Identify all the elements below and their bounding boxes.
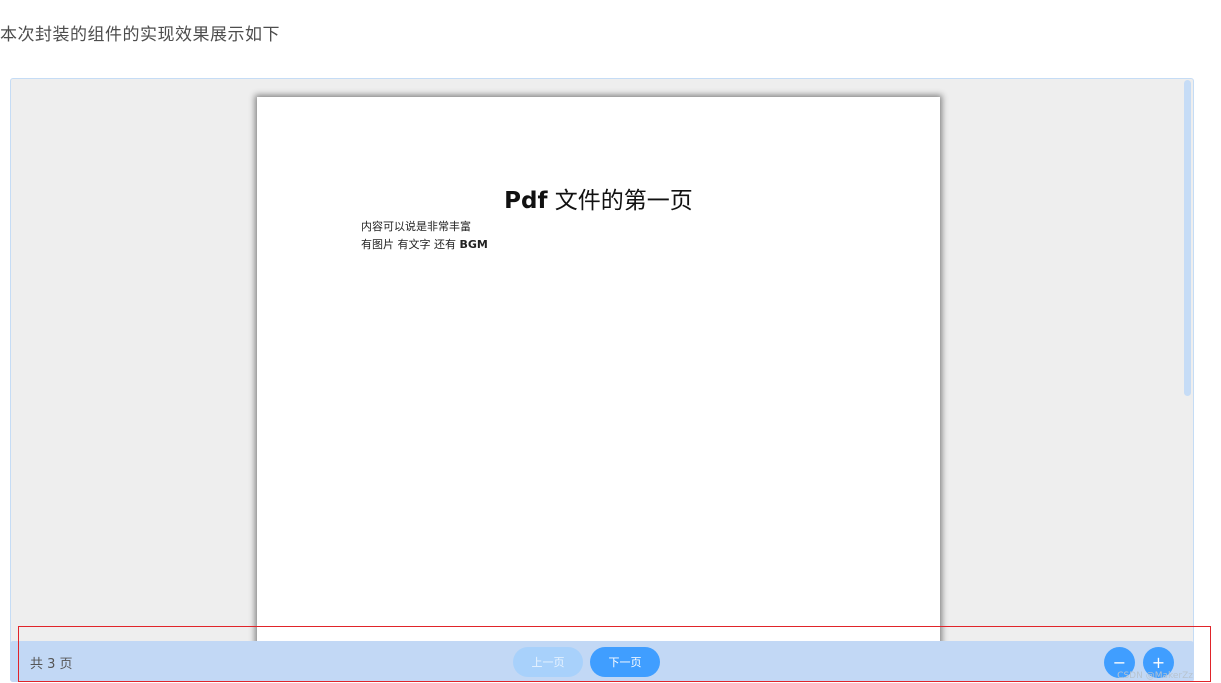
next-page-button[interactable]: 下一页	[590, 647, 660, 677]
pdf-text-line-2: 有图片 有文字 还有 BGM	[361, 236, 488, 252]
pdf-viewer[interactable]: Pdf 文件的第一页 内容可以说是非常丰富 有图片 有文字 还有 BGM	[10, 78, 1194, 682]
page-count: 共 3 页	[30, 657, 73, 672]
plus-icon: +	[1151, 653, 1166, 672]
pdf-toolbar: 共 3 页 上一页 下一页 − +	[10, 641, 1194, 682]
pdf-page-title: Pdf 文件的第一页	[257, 181, 940, 215]
pdf-title-cjk: 文件的第一页	[547, 188, 693, 214]
pdf-page: Pdf 文件的第一页 内容可以说是非常丰富 有图片 有文字 还有 BGM	[257, 97, 940, 681]
minus-icon: −	[1112, 653, 1127, 672]
pdf-title-latin: Pdf	[504, 188, 548, 214]
intro-text: 本次封装的组件的实现效果展示如下	[0, 25, 280, 45]
pdf-text-line-2-bold: BGM	[459, 238, 488, 251]
pdf-text-line-1: 内容可以说是非常丰富	[361, 220, 471, 233]
vertical-scrollbar[interactable]	[1184, 80, 1191, 396]
prev-page-button[interactable]: 上一页	[513, 647, 583, 677]
pdf-text-line-2-prefix: 有图片 有文字 还有	[361, 238, 460, 251]
watermark: CSDN @MakerZz	[1117, 671, 1193, 681]
